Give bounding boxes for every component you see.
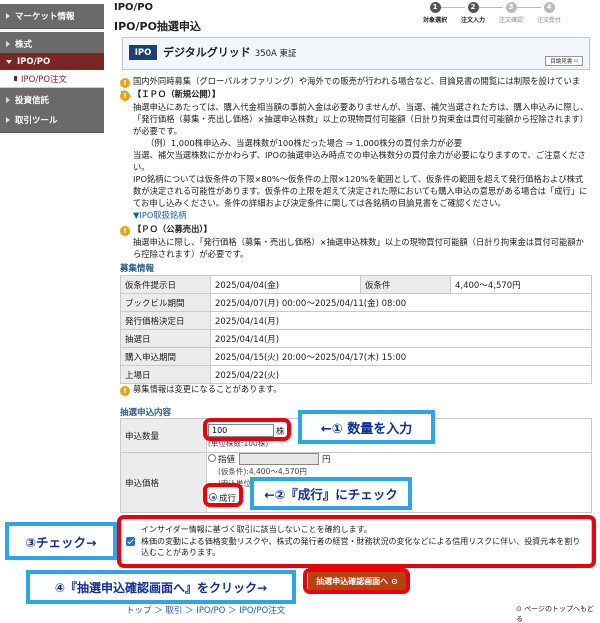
offering-note: ! 募集情報は変更になることがあります。	[120, 383, 590, 396]
annotation-highlight-checkbox	[117, 515, 596, 568]
annotation-highlight-market	[203, 483, 243, 507]
chevron-right-icon	[6, 97, 10, 103]
annotation-step2: ←②『成行』にチェック	[250, 477, 412, 510]
sidebar-item-ipo-po[interactable]: IPO/PO	[0, 53, 104, 71]
sidebar-item-label: 取引ツール	[15, 116, 58, 126]
step-2: 2 注文入力	[460, 2, 485, 24]
arrow-up-icon: ⊙	[516, 605, 522, 613]
annotation-step3: ③チェック→	[5, 522, 117, 560]
price-unit: 円	[322, 455, 331, 465]
table-row: 発行価格決定日 2025/04/14(月)	[120, 311, 592, 330]
notice-ipo: ! 【ＩＰＯ（新規公開）】 抽選申込にあたっては、購入代金相当額の事前入金は必要あ…	[120, 88, 590, 260]
external-link-icon: ▫	[574, 58, 578, 64]
warning-icon: !	[120, 78, 130, 88]
sidebar-item-trading-tools[interactable]: 取引ツール	[0, 108, 104, 133]
limit-price-label: 指値	[218, 455, 236, 465]
table-row: 購入申込期間 2025/04/15(火) 20:00～2025/04/17(木)…	[120, 347, 592, 366]
sidebar-item-label: IPO/PO注文	[21, 74, 68, 85]
annotation-step4: ④『抽選申込確認画面へ』をクリック→	[26, 570, 296, 604]
step-1: 1 対象選択	[422, 2, 447, 24]
progress-steps: 1 対象選択 2 注文入力 3 注文確認 4 注文受付	[416, 2, 596, 32]
bullet-icon	[14, 76, 17, 81]
chevron-right-icon	[6, 41, 10, 47]
sidebar-item-label: 投資信託	[15, 96, 50, 106]
annotation-highlight-submit	[303, 568, 410, 594]
sidebar-item-label: マーケット情報	[15, 12, 75, 22]
sidebar-item-label: IPO/PO	[17, 56, 51, 67]
limit-price-radio[interactable]	[208, 454, 216, 462]
breadcrumb: IPO/PO	[114, 2, 154, 13]
ipo-badge: IPO	[129, 45, 157, 60]
footer-breadcrumb[interactable]: トップ ＞ 取引 ＞ IPO/PO ＞ IPO/PO注文	[126, 604, 285, 616]
step-3: 3 注文確認	[498, 2, 523, 24]
warning-icon: !	[120, 226, 130, 236]
stock-info-box: IPO デジタルグリッド 350A 東証 目論見書 ▫	[122, 37, 590, 70]
chevron-right-icon	[6, 13, 10, 19]
prospectus-button[interactable]: 目論見書 ▫	[545, 56, 583, 66]
table-row: 上場日 2025/04/22(火)	[120, 365, 592, 384]
price-range-note: (仮条件):4,400～4,570円	[218, 467, 307, 476]
back-to-top-link[interactable]: ⊙ ページのトップへもどる	[516, 604, 600, 623]
offering-heading: 募集情報	[120, 264, 155, 274]
ipo-list-link[interactable]: ▼IPO取扱銘柄	[120, 209, 590, 221]
stock-name: デジタルグリッド 350A 東証	[163, 46, 297, 59]
order-heading: 抽選申込内容	[120, 408, 172, 418]
table-row: 抽選日 2025/04/14(月)	[120, 329, 592, 348]
annotation-step1: ←① 数量を入力	[298, 410, 435, 444]
stock-code: 350A 東証	[254, 49, 297, 59]
warning-icon: !	[120, 91, 130, 101]
sidebar-item-label: 株式	[15, 40, 33, 50]
annotation-highlight-quantity	[203, 418, 291, 441]
sidebar-subitem-ipo-po-order[interactable]: IPO/PO注文	[0, 70, 104, 88]
page-title: IPO/PO抽選申込	[114, 20, 201, 33]
table-row: ブックビル期間 2025/04/07(月) 00:00～2025/04/11(金…	[120, 293, 592, 312]
limit-price-input[interactable]	[239, 453, 319, 465]
table-row: 仮条件提示日 2025/04/04(金) 仮条件 4,400～4,570円	[120, 275, 592, 294]
offering-table: 仮条件提示日 2025/04/04(金) 仮条件 4,400～4,570円 ブッ…	[120, 275, 592, 384]
step-4: 4 注文受付	[536, 2, 561, 24]
chevron-right-icon	[6, 117, 10, 123]
warning-icon: !	[120, 386, 130, 396]
chevron-down-icon	[6, 59, 12, 64]
sidebar-item-market-info[interactable]: マーケット情報	[0, 4, 104, 29]
